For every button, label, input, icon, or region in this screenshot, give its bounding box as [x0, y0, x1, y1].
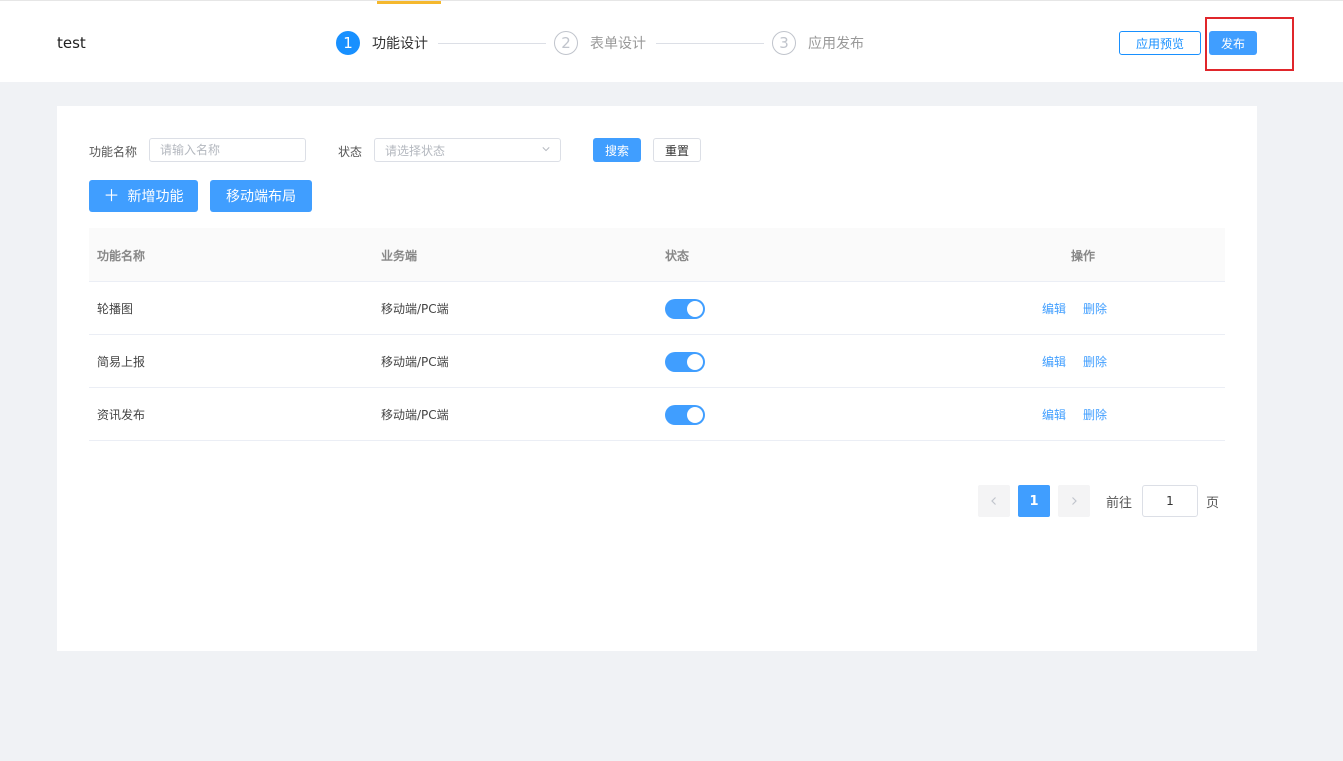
- chevron-left-icon: [991, 497, 996, 505]
- function-name-input[interactable]: [149, 138, 306, 162]
- publish-button[interactable]: 发布: [1209, 31, 1257, 55]
- prev-page-button[interactable]: [978, 485, 1010, 517]
- edit-link[interactable]: 编辑: [1042, 353, 1066, 370]
- content-card: 功能名称 状态 请选择状态 搜索 重置 ＋ 新增功能 移动端布局 功能名称 业务…: [57, 106, 1257, 651]
- next-page-button[interactable]: [1058, 485, 1090, 517]
- page-suffix-label: 页: [1206, 495, 1220, 511]
- app-preview-button[interactable]: 应用预览: [1119, 31, 1201, 55]
- page-number-button[interactable]: 1: [1018, 485, 1050, 517]
- column-header-actions: 操作: [1071, 248, 1096, 263]
- chevron-right-icon: [1072, 497, 1077, 505]
- pagination: 1 前往 页: [978, 485, 1228, 517]
- step-connector: [438, 43, 546, 44]
- cell-status: [665, 388, 705, 441]
- delete-link[interactable]: 删除: [1083, 353, 1107, 370]
- status-select[interactable]: 请选择状态: [374, 138, 561, 162]
- cell-name: 简易上报: [97, 355, 146, 369]
- function-name-label: 功能名称: [89, 145, 138, 159]
- column-header-status: 状态: [665, 248, 690, 263]
- table-row: 资讯发布 移动端/PC端 编辑 删除: [89, 388, 1225, 441]
- goto-label: 前往: [1106, 495, 1133, 511]
- cell-actions: 编辑 删除: [1042, 282, 1124, 335]
- edit-link[interactable]: 编辑: [1042, 300, 1066, 317]
- delete-link[interactable]: 删除: [1083, 406, 1107, 423]
- goto-page-input[interactable]: [1142, 485, 1198, 517]
- cell-name: 轮播图: [97, 302, 134, 316]
- toggle-knob: [687, 406, 703, 423]
- app-title: test: [57, 34, 86, 52]
- reset-button[interactable]: 重置: [653, 138, 701, 162]
- step-number: 3: [772, 31, 796, 55]
- table-header: 功能名称 业务端 状态 操作: [89, 228, 1225, 282]
- active-tab-indicator: [377, 1, 441, 4]
- delete-link[interactable]: 删除: [1083, 300, 1107, 317]
- table-row: 轮播图 移动端/PC端 编辑 删除: [89, 282, 1225, 335]
- top-bar: test 1 功能设计 2 表单设计 3 应用发布 应用预览 发布: [0, 0, 1343, 82]
- cell-platform: 移动端/PC端: [381, 355, 449, 369]
- status-select-placeholder: 请选择状态: [385, 143, 446, 158]
- column-header-name: 功能名称: [97, 248, 146, 263]
- step-app-publish[interactable]: 3 应用发布: [772, 31, 864, 55]
- edit-link[interactable]: 编辑: [1042, 406, 1066, 423]
- add-function-label: 新增功能: [127, 189, 184, 205]
- add-function-button[interactable]: ＋ 新增功能: [89, 180, 198, 212]
- step-number: 2: [554, 31, 578, 55]
- toggle-knob: [687, 353, 703, 370]
- step-function-design[interactable]: 1 功能设计: [336, 31, 428, 55]
- step-number: 1: [336, 31, 360, 55]
- step-label: 表单设计: [590, 36, 646, 52]
- status-toggle[interactable]: [665, 298, 705, 319]
- cell-actions: 编辑 删除: [1042, 388, 1124, 441]
- cell-platform: 移动端/PC端: [381, 302, 449, 316]
- status-toggle[interactable]: [665, 404, 705, 425]
- cell-status: [665, 282, 705, 335]
- step-connector: [656, 43, 764, 44]
- column-header-platform: 业务端: [381, 248, 418, 263]
- step-form-design[interactable]: 2 表单设计: [554, 31, 646, 55]
- step-label: 应用发布: [808, 36, 864, 52]
- plus-icon: ＋: [103, 186, 120, 205]
- cell-name: 资讯发布: [97, 408, 146, 422]
- table-row: 简易上报 移动端/PC端 编辑 删除: [89, 335, 1225, 388]
- chevron-down-icon: [542, 147, 550, 152]
- function-table: 功能名称 业务端 状态 操作 轮播图 移动端/PC端 编辑 删除 简易上报 移动…: [89, 228, 1225, 441]
- mobile-layout-button[interactable]: 移动端布局: [210, 180, 312, 212]
- status-label: 状态: [338, 145, 363, 159]
- search-button[interactable]: 搜索: [593, 138, 641, 162]
- cell-platform: 移动端/PC端: [381, 408, 449, 422]
- cell-status: [665, 335, 705, 388]
- step-label: 功能设计: [372, 36, 428, 52]
- status-toggle[interactable]: [665, 351, 705, 372]
- cell-actions: 编辑 删除: [1042, 335, 1124, 388]
- toggle-knob: [687, 300, 703, 317]
